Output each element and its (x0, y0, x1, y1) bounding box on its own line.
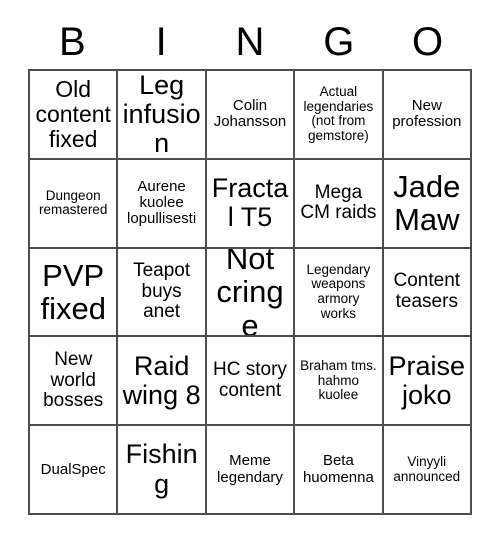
bingo-cell-r5c3[interactable]: Meme legendary (206, 426, 296, 515)
bingo-grid: Old content fixed Leg infusion Colin Johan… (28, 69, 472, 515)
bingo-cell-r5c4[interactable]: Beta huomenna (295, 426, 384, 515)
bingo-cell-label: Braham tms. hahmo kuolee (300, 357, 377, 403)
bingo-cell-label: HC story content (213, 359, 287, 401)
bingo-cell-r4c3[interactable]: HC story content (206, 337, 296, 427)
bingo-cell-label: Leg infusion (122, 71, 201, 158)
bingo-header-letter-2: I (155, 20, 167, 64)
bingo-header-letter-5: O (412, 20, 444, 64)
bingo-cell-label: Fishing (125, 439, 198, 499)
bingo-cell-label: Dungeon remastered (39, 187, 108, 218)
bingo-cell-r1c4[interactable]: Actual legendaries (not from gemstore) (295, 71, 384, 160)
bingo-header-letter-3: N (235, 20, 265, 64)
bingo-cell-r2c2[interactable]: Aurene kuolee lopullisesti (118, 159, 207, 249)
bingo-cell-label: Colin Johansson (213, 97, 287, 131)
bingo-cell-r4c5[interactable]: Praise joko (383, 337, 472, 427)
bingo-cell-label: Raid wing 8 (122, 350, 201, 410)
bingo-cell-r4c2[interactable]: Raid wing 8 (118, 337, 207, 427)
bingo-cell-r2c1[interactable]: Dungeon remastered (30, 159, 119, 249)
bingo-cell-label: Mega CM raids (300, 181, 377, 224)
bingo-cell-label: Not cringe (216, 248, 284, 338)
bingo-cell-label: DualSpec (40, 460, 106, 478)
bingo-cell-label: Vinyyli announced (393, 454, 461, 484)
bingo-cell-label: Jade Maw (393, 168, 461, 238)
bingo-cell-label: Fractal T5 (211, 173, 289, 233)
bingo-cell-r1c3[interactable]: Colin Johansson (206, 71, 296, 160)
bingo-cell-label: Legendary weapons armory works (306, 261, 371, 321)
bingo-cell-r5c5[interactable]: Vinyyli announced (383, 426, 472, 515)
bingo-cell-label: Beta huomenna (302, 452, 374, 486)
bingo-cell-r4c1[interactable]: New world bosses (30, 337, 119, 427)
bingo-cell-label: Praise joko (388, 350, 466, 410)
bingo-header-letter-1: B (59, 20, 86, 64)
bingo-card: B I N G O Old content fixed Leg infusion Colin… (0, 0, 500, 544)
bingo-cell-r2c4[interactable]: Mega CM raids (295, 159, 384, 249)
bingo-header-letter-4: G (323, 20, 355, 64)
bingo-cell-r1c5[interactable]: New profession (383, 71, 472, 160)
bingo-cell-r3c4[interactable]: Legendary weapons armory works (295, 248, 384, 338)
bingo-cell-r5c2[interactable]: Fishing (118, 426, 207, 515)
bingo-cell-label: PVP fixed (40, 257, 106, 326)
bingo-cell-r1c1[interactable]: Old content fixed (30, 71, 119, 160)
bingo-cell-label: New profession (392, 97, 462, 131)
bingo-header-row: BINGO (28, 16, 472, 68)
bingo-cell-label: Content teasers (393, 270, 461, 312)
bingo-cell-label: Old content fixed (35, 76, 111, 152)
bingo-cell-r2c5[interactable]: Jade Maw (383, 159, 472, 249)
bingo-cell-r3c5[interactable]: Content teasers (383, 248, 472, 338)
bingo-cell-label: New world bosses (43, 349, 104, 412)
bingo-cell-label: Teapot buys anet (133, 260, 191, 323)
bingo-cell-label: Meme legendary (217, 452, 283, 486)
bingo-cell-label: Actual legendaries (not from gemstore) (303, 84, 374, 143)
bingo-cell-r3c1[interactable]: PVP fixed (30, 248, 119, 338)
bingo-cell-r4c4[interactable]: Braham tms. hahmo kuolee (295, 337, 384, 427)
bingo-cell-r5c1[interactable]: DualSpec (30, 426, 119, 515)
bingo-cell-r1c2[interactable]: Leg infusion (118, 71, 207, 160)
bingo-cell-r2c3[interactable]: Fractal T5 (206, 159, 296, 249)
bingo-cell-label: Aurene kuolee lopullisesti (126, 177, 197, 228)
bingo-cell-r3c2[interactable]: Teapot buys anet (118, 248, 207, 338)
bingo-cell-r3c3[interactable]: Not cringe (206, 248, 296, 338)
